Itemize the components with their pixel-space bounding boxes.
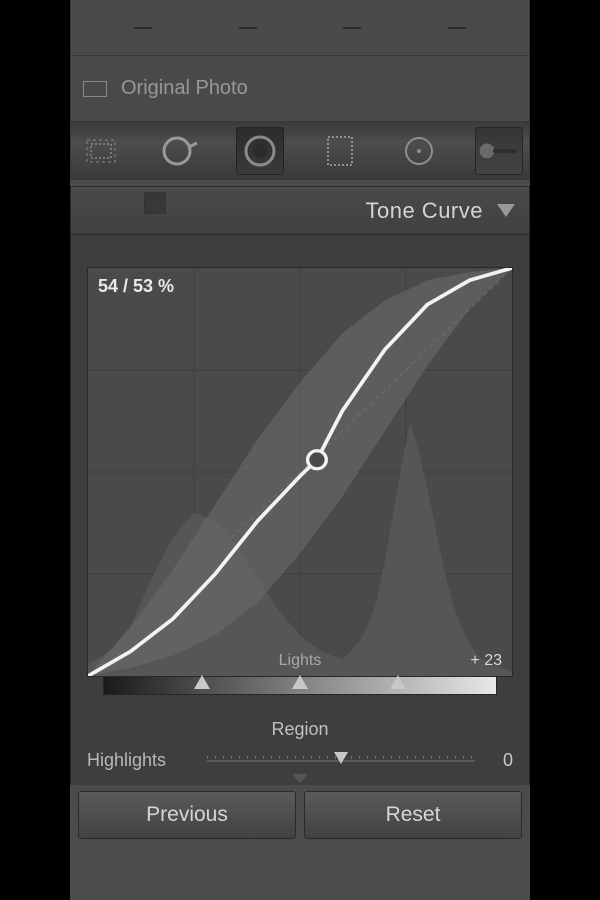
chevron-down-icon [292, 774, 308, 783]
panel-switch[interactable] [144, 192, 166, 214]
local-adjustment-toolbar [70, 122, 530, 180]
region-heading: Region [87, 719, 513, 740]
original-photo-row: Original Photo [70, 56, 530, 122]
dash-icon [448, 27, 466, 29]
curve-readout: 54 / 53 % [98, 276, 174, 297]
reset-button-label: Reset [386, 803, 441, 827]
tone-curve-svg [88, 268, 512, 676]
curve-zone-value: + 23 [470, 652, 502, 670]
dash-icon [134, 27, 152, 29]
range-splitter[interactable] [103, 677, 497, 695]
curve-area: 54 / 53 % Lights + 23 [87, 267, 513, 695]
split-handle-shadows[interactable] [194, 675, 210, 689]
split-handle-highlights[interactable] [390, 675, 406, 689]
highlights-value: 0 [485, 750, 513, 771]
dash-icon [239, 27, 257, 29]
redeye-tool[interactable] [236, 127, 284, 175]
crop-tool-icon [84, 137, 118, 165]
highlights-label: Highlights [87, 750, 197, 771]
redeye-icon [242, 133, 278, 169]
graduated-filter-icon [326, 135, 354, 167]
tone-curve-panel: Tone Curve [70, 186, 530, 785]
highlights-slider-thumb[interactable] [334, 752, 348, 764]
original-photo-label: Original Photo [121, 77, 248, 100]
highlights-row: Highlights 0 [87, 750, 513, 771]
develop-panel: Original Photo [70, 0, 530, 900]
reset-button[interactable]: Reset [304, 791, 522, 839]
adjustment-brush-icon [477, 136, 521, 166]
panel-title: Tone Curve [365, 198, 483, 224]
previous-button[interactable]: Previous [78, 791, 296, 839]
footer-buttons: Previous Reset [78, 791, 522, 839]
collapse-toggle[interactable] [71, 771, 529, 785]
split-handle-mid[interactable] [292, 675, 308, 689]
spot-removal-tool[interactable] [157, 127, 205, 175]
curve-zone-label: Lights [279, 652, 322, 670]
adjustment-brush-tool[interactable] [475, 127, 523, 175]
collapsed-section-dashes [70, 0, 530, 56]
spot-removal-icon [161, 133, 201, 169]
radial-filter-icon [401, 133, 437, 169]
original-photo-checkbox[interactable] [83, 81, 107, 97]
highlights-slider[interactable] [207, 756, 475, 766]
region-section: Region Highlights 0 [71, 713, 529, 771]
tone-curve-header[interactable]: Tone Curve [71, 187, 529, 235]
previous-button-label: Previous [146, 803, 228, 827]
crop-tool[interactable] [77, 127, 125, 175]
radial-filter-tool[interactable] [395, 127, 443, 175]
tone-curve-graph[interactable]: 54 / 53 % Lights + 23 [87, 267, 513, 677]
disclosure-triangle-icon [497, 204, 515, 217]
dash-icon [343, 27, 361, 29]
graduated-filter-tool[interactable] [316, 127, 364, 175]
